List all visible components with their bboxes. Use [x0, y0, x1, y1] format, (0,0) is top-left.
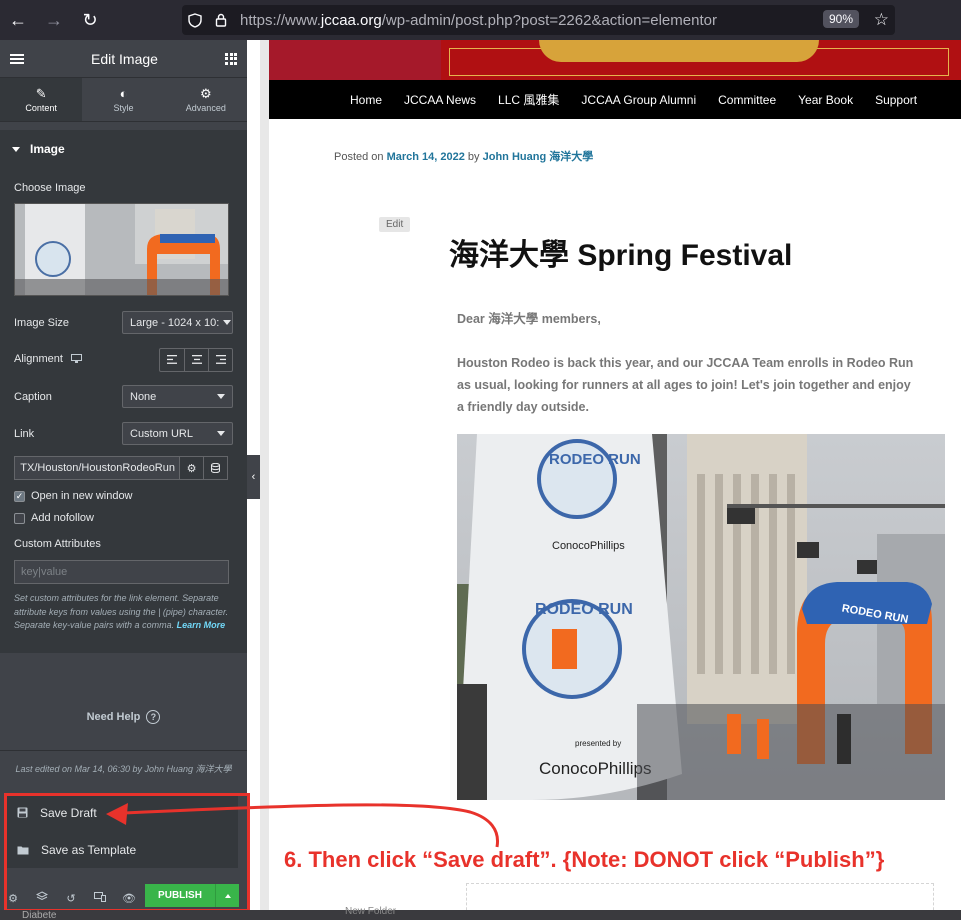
photo-brand-upper: ConocoPhillips: [552, 540, 625, 552]
browser-toolbar: ← → ↻ https://www.jccaa.org/wp-admin/pos…: [0, 0, 961, 40]
custom-attributes-input[interactable]: key|value: [14, 560, 229, 584]
taskbar-strip: [0, 910, 961, 920]
nav-year-book[interactable]: Year Book: [787, 93, 864, 107]
edit-post-button[interactable]: Edit: [379, 217, 411, 232]
url-text: https://www.jccaa.org/wp-admin/post.php?…: [240, 11, 717, 29]
lock-icon[interactable]: [208, 13, 234, 27]
preview-gutter: [260, 40, 269, 920]
contrast-icon: ◐: [119, 85, 128, 101]
link-select[interactable]: Custom URL: [122, 422, 233, 445]
custom-attributes-help: Set custom attributes for the link eleme…: [14, 593, 229, 630]
tab-style[interactable]: ◐ Style: [82, 78, 164, 121]
reload-icon[interactable]: ↻: [72, 0, 108, 40]
taskbar-item-right[interactable]: New Folder: [345, 906, 396, 917]
open-new-window-checkbox[interactable]: ✓: [14, 490, 25, 502]
collapse-panel-button[interactable]: ‹: [247, 455, 260, 499]
dynamic-tags-icon[interactable]: [204, 456, 228, 480]
nav-group-alumni[interactable]: JCCAA Group Alumni: [570, 93, 707, 107]
photo-banner-main-text: RODEO RUN: [535, 601, 633, 618]
last-edited-note: Last edited on Mar 14, 06:30 by John Hua…: [0, 750, 247, 775]
image-thumbnail[interactable]: [14, 203, 229, 296]
post-meta: Posted on March 14, 2022 by John Huang 海…: [334, 151, 594, 163]
question-icon: ?: [146, 710, 161, 724]
image-size-row: Image Size Large - 1024 x 10:: [14, 304, 233, 341]
nav-support[interactable]: Support: [864, 93, 928, 107]
photo-presented-text: presented by: [575, 739, 621, 748]
need-help-link[interactable]: Need Help ?: [0, 710, 247, 724]
back-arrow-icon[interactable]: ←: [0, 0, 36, 40]
link-url-input[interactable]: TX/Houston/HoustonRodeoRun: [14, 456, 180, 480]
add-nofollow-row[interactable]: Add nofollow: [14, 507, 233, 529]
annotation-highlight-box: [4, 793, 250, 912]
site-banner: [269, 40, 961, 80]
panel-tabs: ✎ Content ◐ Style ⚙ Advanced: [0, 78, 247, 122]
taskbar-item-left[interactable]: Diabete: [22, 910, 56, 920]
link-url-row: TX/Houston/HoustonRodeoRun ⚙: [14, 456, 233, 480]
photo-banner-top-text: RODEO RUN: [549, 451, 641, 468]
align-left-icon[interactable]: [160, 349, 184, 371]
link-row: Link Custom URL: [14, 415, 233, 452]
caption-row: Caption None: [14, 378, 233, 415]
nav-home[interactable]: Home: [339, 93, 393, 107]
desktop-icon[interactable]: [70, 353, 82, 366]
tab-content[interactable]: ✎ Content: [0, 78, 83, 121]
caret-down-icon: [12, 146, 20, 152]
gear-icon: ⚙: [199, 85, 212, 101]
panel-header: Edit Image: [0, 40, 247, 78]
dropdown-arrow-icon: [217, 431, 225, 436]
annotation-instruction: 6. Then click “Save draft”. {Note: DONOT…: [284, 847, 885, 872]
alignment-row: Alignment: [14, 341, 233, 378]
panel-title: Edit Image: [91, 50, 158, 67]
bookmark-star-icon[interactable]: ☆: [874, 10, 889, 30]
image-size-select[interactable]: Large - 1024 x 10:: [122, 311, 233, 334]
nav-jccaa-news[interactable]: JCCAA News: [393, 93, 487, 107]
align-right-icon[interactable]: [208, 348, 232, 371]
post-greeting: Dear 海洋大學 members,: [457, 312, 601, 326]
open-new-window-row[interactable]: ✓ Open in new window: [14, 485, 233, 507]
add-nofollow-checkbox[interactable]: [14, 512, 25, 524]
site-navigation: Home JCCAA News LLC 風雅集 JCCAA Group Alum…: [269, 80, 961, 119]
dropdown-arrow-icon: [217, 394, 225, 399]
post-paragraph: Houston Rodeo is back this year, and our…: [457, 356, 914, 414]
widgets-grid-icon[interactable]: [225, 52, 237, 65]
photo-brand-lower: ConocoPhillips: [539, 759, 651, 778]
tab-advanced[interactable]: ⚙ Advanced: [165, 78, 247, 121]
link-options-gear-icon[interactable]: ⚙: [180, 456, 204, 480]
zoom-level-badge[interactable]: 90%: [822, 10, 859, 28]
choose-image-label: Choose Image: [14, 182, 86, 194]
dropdown-arrow-icon: [223, 320, 232, 325]
nav-llc[interactable]: LLC 風雅集: [487, 91, 570, 108]
shield-icon[interactable]: [182, 12, 208, 28]
post-image[interactable]: RODEO RUN ConocoPhillips RODEO RUN prese…: [457, 434, 945, 800]
custom-attributes-label: Custom Attributes: [14, 538, 101, 550]
elementor-panel: Edit Image ✎ Content ◐ Style ⚙ Advanced …: [0, 40, 247, 920]
hamburger-menu-icon[interactable]: [10, 53, 24, 64]
post-date-link[interactable]: March 14, 2022: [387, 151, 465, 163]
image-controls: Choose Image Image Size Large - 1024 x 1…: [0, 168, 247, 653]
author-link[interactable]: John Huang 海洋大學: [483, 151, 594, 163]
pencil-icon: ✎: [35, 85, 47, 101]
page-preview: Home JCCAA News LLC 風雅集 JCCAA Group Alum…: [260, 40, 961, 920]
address-bar[interactable]: https://www.jccaa.org/wp-admin/post.php?…: [182, 5, 895, 35]
forward-arrow-icon[interactable]: →: [36, 0, 72, 40]
caption-select[interactable]: None: [122, 385, 233, 408]
post-title: 海洋大學 Spring Festival: [449, 239, 793, 272]
learn-more-link[interactable]: Learn More: [177, 620, 226, 630]
alignment-group: [159, 347, 233, 372]
image-section-header[interactable]: Image: [0, 130, 247, 168]
nav-committee[interactable]: Committee: [707, 93, 787, 107]
align-center-icon[interactable]: [184, 348, 208, 371]
